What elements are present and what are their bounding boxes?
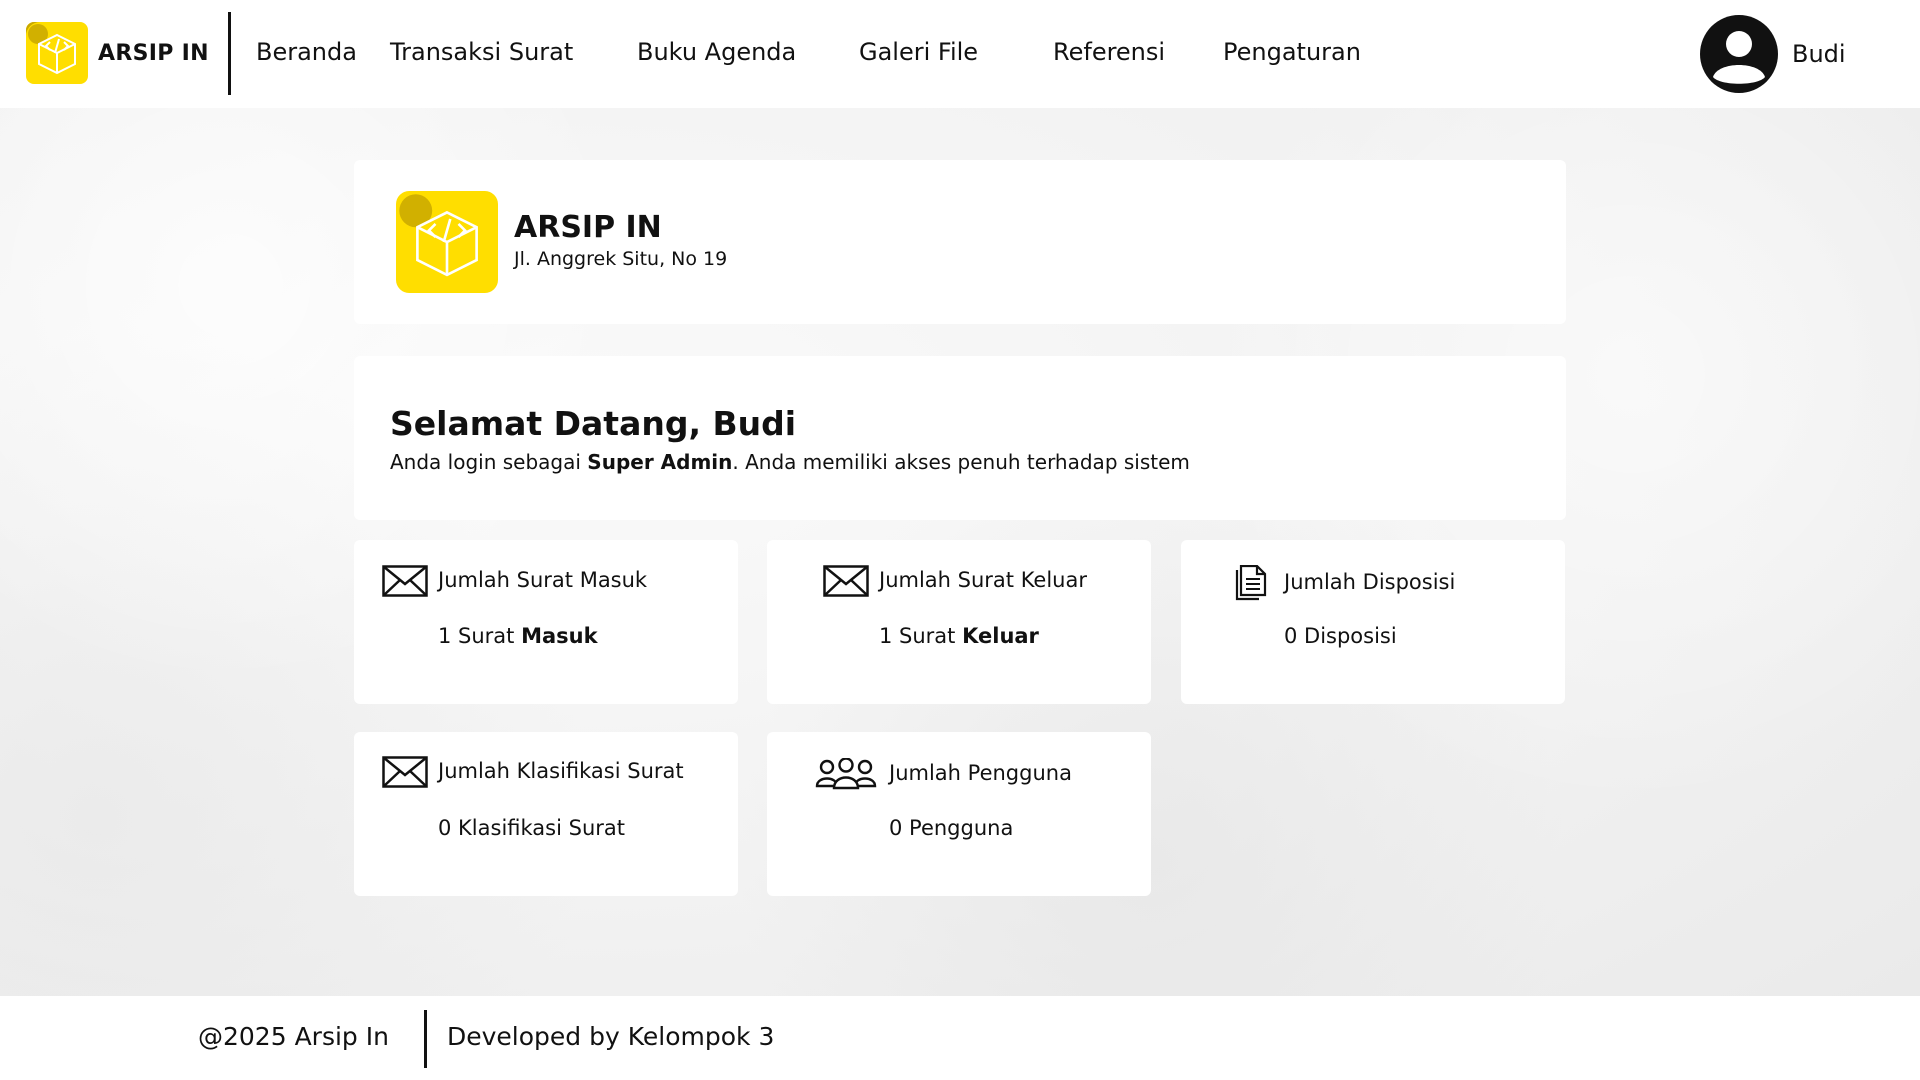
stat-card-surat-keluar[interactable]: Jumlah Surat Keluar 1 Surat Keluar — [767, 540, 1151, 704]
stat-label: Jumlah Surat Keluar — [879, 568, 1087, 592]
welcome-card: Selamat Datang, Budi Anda login sebagai … — [354, 356, 1566, 520]
footer: @2025 Arsip In Developed by Kelompok 3 — [0, 996, 1920, 1080]
nav-buku-agenda[interactable]: Buku Agenda — [637, 38, 796, 66]
institution-address: Jl. Anggrek Situ, No 19 — [514, 248, 728, 270]
envelope-icon — [382, 756, 428, 788]
welcome-heading: Selamat Datang, Budi — [390, 404, 797, 443]
institution-card: ARSIP IN Jl. Anggrek Situ, No 19 — [354, 160, 1566, 324]
app-logo-icon — [26, 22, 88, 84]
stat-value: 0 Pengguna — [889, 816, 1013, 840]
stat-card-pengguna[interactable]: Jumlah Pengguna 0 Pengguna — [767, 732, 1151, 896]
top-navbar: ARSIP IN Beranda Transaksi Surat Buku Ag… — [0, 0, 1920, 108]
nav-pengaturan[interactable]: Pengaturan — [1223, 38, 1361, 66]
stat-label: Jumlah Pengguna — [889, 761, 1072, 785]
envelope-icon — [823, 565, 869, 597]
welcome-message: Anda login sebagai Super Admin. Anda mem… — [390, 450, 1190, 474]
footer-copyright: @2025 Arsip In — [198, 1022, 389, 1051]
user-avatar-icon — [1700, 15, 1778, 93]
nav-referensi[interactable]: Referensi — [1053, 38, 1165, 66]
stat-count: 1 Surat — [438, 624, 522, 648]
nav-transaksi-surat[interactable]: Transaksi Surat — [390, 38, 573, 66]
user-menu[interactable]: Budi — [1700, 15, 1846, 93]
institution-title: ARSIP IN — [514, 210, 662, 245]
welcome-prefix: Anda login sebagai — [390, 450, 588, 474]
nav-beranda[interactable]: Beranda — [256, 38, 357, 66]
role-label: Super Admin — [587, 450, 733, 474]
welcome-suffix: . Anda memiliki akses penuh terhadap sis… — [732, 450, 1190, 474]
stat-value: 1 Surat Masuk — [438, 624, 598, 648]
stat-count: 0 Disposisi — [1284, 624, 1397, 648]
nav-galeri-file[interactable]: Galeri File — [859, 38, 978, 66]
stat-count: 1 Surat — [879, 624, 963, 648]
users-icon — [815, 758, 877, 790]
stat-label: Jumlah Klasifikasi Surat — [438, 759, 684, 783]
brand[interactable]: ARSIP IN — [26, 22, 209, 84]
institution-logo-icon — [396, 191, 498, 293]
footer-divider — [424, 1010, 427, 1068]
stat-unit: Keluar — [962, 624, 1039, 648]
stat-value: 0 Disposisi — [1284, 624, 1397, 648]
stat-value: 0 Klasifikasi Surat — [438, 816, 625, 840]
stat-card-surat-masuk[interactable]: Jumlah Surat Masuk 1 Surat Masuk — [354, 540, 738, 704]
stat-value: 1 Surat Keluar — [879, 624, 1039, 648]
document-icon — [1235, 565, 1267, 601]
stat-label: Jumlah Surat Masuk — [438, 568, 648, 592]
footer-developer: Developed by Kelompok 3 — [447, 1022, 775, 1051]
stat-card-disposisi[interactable]: Jumlah Disposisi 0 Disposisi — [1181, 540, 1565, 704]
header-divider — [228, 12, 231, 95]
envelope-icon — [382, 565, 428, 597]
stat-count: 0 Klasifikasi Surat — [438, 816, 626, 840]
user-name: Budi — [1792, 40, 1846, 68]
app-name: ARSIP IN — [98, 40, 209, 66]
stat-unit: Masuk — [521, 624, 598, 648]
stat-count: 0 Pengguna — [889, 816, 1014, 840]
stat-label: Jumlah Disposisi — [1284, 570, 1456, 594]
stat-card-klasifikasi[interactable]: Jumlah Klasifikasi Surat 0 Klasifikasi S… — [354, 732, 738, 896]
